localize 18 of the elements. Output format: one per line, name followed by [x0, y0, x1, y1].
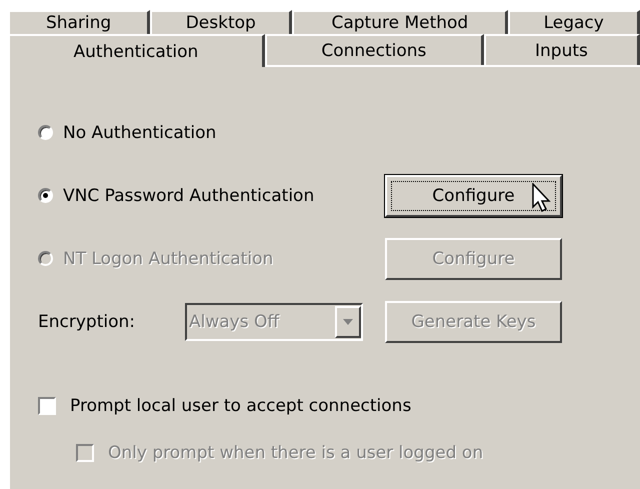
radio-label: NT Logon Authentication — [63, 248, 274, 268]
encryption-label: Encryption: — [38, 312, 135, 332]
tab[interactable]: Sharing — [8, 10, 150, 34]
configure-button[interactable]: Configure — [385, 174, 562, 216]
cursor-icon — [532, 182, 552, 212]
radio-label: VNC Password Authentication — [63, 186, 314, 206]
checkbox-label: Only prompt when there is a user logged on — [108, 443, 484, 463]
tab[interactable]: Authentication — [8, 34, 265, 67]
radio-button[interactable] — [38, 125, 53, 140]
tab[interactable]: Legacy — [508, 10, 640, 34]
tab[interactable]: Desktop — [150, 10, 292, 34]
tab[interactable]: Connections — [264, 34, 484, 65]
tab[interactable]: Capture Method — [292, 10, 508, 34]
radio-label: No Authentication — [63, 122, 216, 142]
checkbox-label: Prompt local user to accept connections — [70, 396, 412, 416]
tab[interactable]: Inputs — [484, 34, 640, 65]
checkbox[interactable] — [38, 397, 56, 415]
radio-button[interactable] — [38, 188, 53, 203]
